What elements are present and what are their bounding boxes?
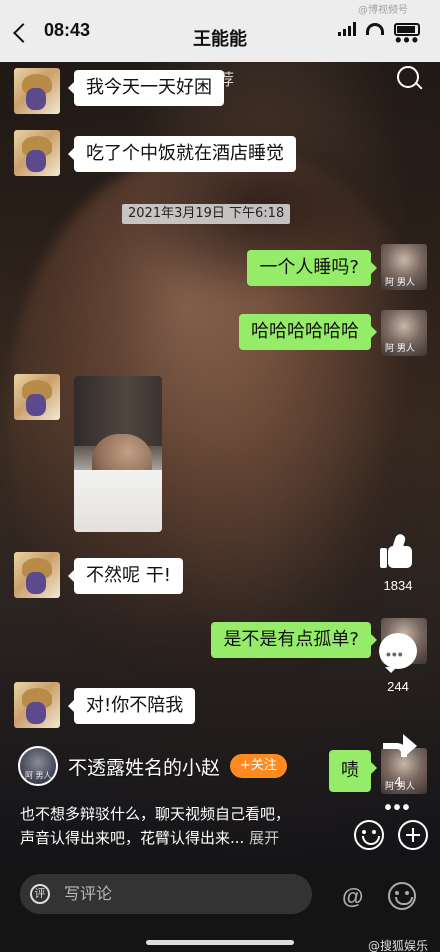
author-avatar[interactable]: 阿 男人	[18, 746, 58, 786]
photo-message[interactable]	[74, 376, 162, 532]
chat-topbar: 08:43 王能能 ••• @博视频号	[0, 0, 440, 62]
more-icon[interactable]: •••	[395, 30, 420, 51]
side-actions: 1834 ••• 244 4 •••	[372, 532, 424, 820]
message-timestamp: 2021年3月19日 下午6:18	[122, 204, 291, 224]
like-icon[interactable]	[380, 532, 416, 568]
right-avatar: 阿 男人	[381, 310, 427, 356]
comment-badge-icon: 评	[30, 884, 50, 904]
photo-sheet	[74, 469, 162, 532]
emoji-picker-icon[interactable]	[388, 882, 416, 910]
left-avatar	[14, 552, 60, 598]
search-icon[interactable]	[397, 66, 419, 88]
share-icon[interactable]	[379, 734, 417, 764]
video-caption[interactable]: 也不想多辩驳什么，聊天视频自己看吧， 声音认得出来吧，花臂认得出来... 展开	[20, 802, 350, 850]
message-bubble: 对!你不陪我	[67, 688, 196, 724]
comment-input[interactable]: 评 写评论	[20, 874, 312, 914]
left-avatar	[14, 682, 60, 728]
mention-icon[interactable]: @	[342, 884, 363, 910]
top-watermark: @博视频号	[358, 5, 408, 16]
like-count: 1834	[383, 578, 413, 593]
author-row: 阿 男人 不透露姓名的小赵 +关注	[18, 746, 287, 786]
message-bubble: 哈哈哈哈哈哈	[239, 314, 377, 350]
share-count: 4	[394, 774, 402, 789]
follow-button[interactable]: +关注	[230, 754, 287, 778]
right-avatar: 阿 男人	[381, 244, 427, 290]
emoji-icon[interactable]	[354, 820, 384, 850]
message-bubble: 啧	[329, 750, 377, 792]
comment-bar: 评 写评论 @ @搜狐娱乐	[0, 864, 440, 952]
message-bubble: 我今天一天好困	[68, 70, 224, 106]
message-bubble: 不然呢 干!	[68, 558, 183, 594]
chat-title: 王能能	[193, 29, 247, 50]
left-avatar	[14, 374, 60, 420]
left-avatar	[14, 130, 60, 176]
message-bubble: 吃了个中饭就在酒店睡觉	[68, 136, 296, 172]
left-avatar	[14, 68, 60, 114]
plus-icon[interactable]	[398, 820, 428, 850]
author-name[interactable]: 不透露姓名的小赵	[68, 753, 220, 780]
home-indicator	[146, 940, 294, 945]
caption-line: 也不想多辩驳什么，聊天视频自己看吧，	[20, 805, 291, 823]
message-bubble: 一个人睡吗?	[247, 250, 377, 286]
comment-icon[interactable]: •••	[379, 633, 417, 673]
comment-count: 244	[387, 679, 409, 694]
source-watermark: @搜狐娱乐	[367, 939, 428, 952]
comment-placeholder: 写评论	[64, 884, 113, 903]
caption-line: 声音认得出来吧，花臂认得出来...	[20, 829, 245, 847]
expand-link[interactable]: 展开	[249, 829, 279, 847]
message-bubble: 是不是有点孤单?	[211, 622, 377, 658]
more-icon[interactable]: •••	[372, 797, 424, 820]
